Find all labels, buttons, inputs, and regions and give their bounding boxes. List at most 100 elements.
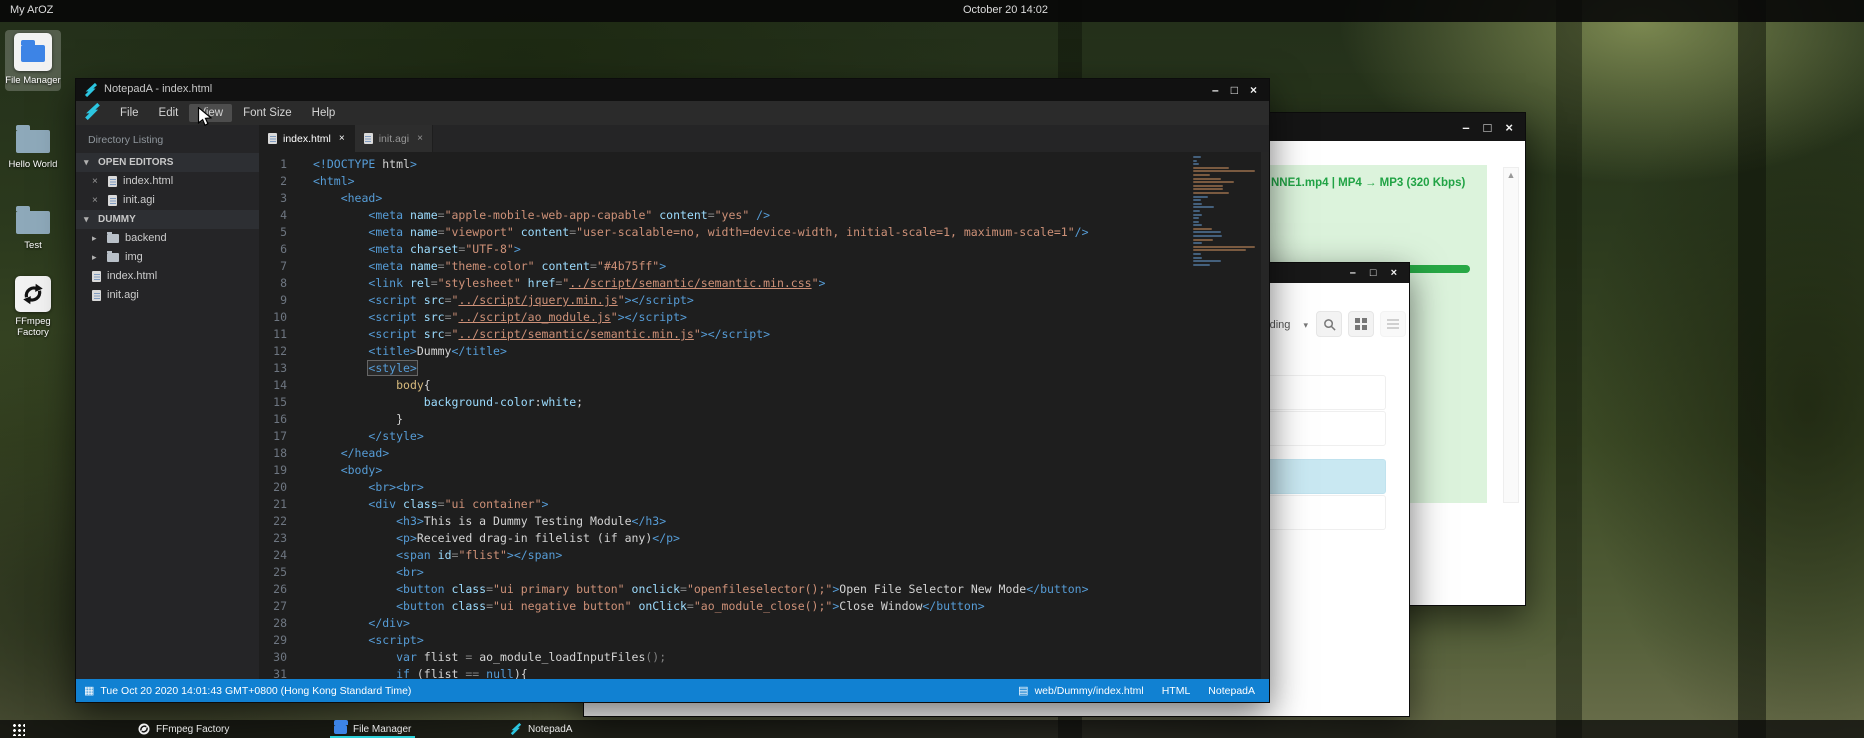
tab-close-icon[interactable]: ×: [339, 133, 345, 144]
search-button[interactable]: [1316, 311, 1342, 337]
taskbar-item-ffmpeg-factory[interactable]: FFmpeg Factory: [138, 720, 229, 738]
code-line-12[interactable]: <title>Dummy</title>: [313, 343, 1173, 360]
code-line-21[interactable]: <div class="ui container">: [313, 496, 1173, 513]
notepada-titlebar[interactable]: NotepadA - index.html – □ ×: [76, 79, 1269, 101]
code-line-8[interactable]: <link rel="stylesheet" href="../script/s…: [313, 275, 1173, 292]
code-line-14[interactable]: body{: [313, 377, 1173, 394]
code-line-26[interactable]: <button class="ui primary button" onclic…: [313, 581, 1173, 598]
code-line-5[interactable]: <meta name="viewport" content="user-scal…: [313, 224, 1173, 241]
aroz-home-button[interactable]: My ArOZ: [10, 4, 53, 16]
code-line-11[interactable]: <script src="../script/semantic/semantic…: [313, 326, 1173, 343]
code-line-27[interactable]: <button class="ui negative button" onCli…: [313, 598, 1173, 615]
menu-item-help[interactable]: Help: [303, 104, 345, 122]
taskbar-item-label: FFmpeg Factory: [156, 724, 229, 735]
code-line-25[interactable]: <br>: [313, 564, 1173, 581]
minimize-button[interactable]: –: [1350, 267, 1356, 279]
desktop-icon-hello-world[interactable]: Hello World: [5, 122, 61, 170]
minimap-line: [1193, 260, 1221, 262]
window-title: NotepadA - index.html: [104, 83, 212, 95]
code-line-4[interactable]: <meta name="apple-mobile-web-app-capable…: [313, 207, 1173, 224]
desktop-icon-label: FFmpeg Factory: [5, 316, 61, 338]
code-line-13[interactable]: <style>: [313, 360, 1173, 377]
minimap-line: [1193, 264, 1210, 266]
ffmpeg-window-titlebar[interactable]: – □ ×: [1241, 113, 1525, 141]
folder-icon: [16, 130, 50, 153]
desktop-icon-label: File Manager: [5, 75, 61, 86]
code-line-7[interactable]: <meta name="theme-color" content="#4b75f…: [313, 258, 1173, 275]
taskbar-item-notepada[interactable]: NotepadA: [510, 720, 572, 738]
tree-section-dummy[interactable]: ▾DUMMY: [76, 210, 259, 229]
code-line-9[interactable]: <script src="../script/jquery.min.js"></…: [313, 292, 1173, 309]
maximize-button[interactable]: □: [1484, 120, 1492, 135]
menu-item-file[interactable]: File: [111, 104, 148, 122]
code-line-18[interactable]: </head>: [313, 445, 1173, 462]
directory-tree: ▾OPEN EDITORS×index.html×init.agi▾DUMMY▸…: [76, 153, 259, 305]
maximize-button[interactable]: □: [1370, 267, 1377, 279]
tree-item-index.html[interactable]: index.html: [76, 267, 259, 286]
code-line-6[interactable]: <meta charset="UTF-8">: [313, 241, 1173, 258]
code-line-19[interactable]: <body>: [313, 462, 1173, 479]
minimize-button[interactable]: –: [1462, 120, 1469, 135]
menu-item-font-size[interactable]: Font Size: [234, 104, 301, 122]
taskbar-item-label: File Manager: [353, 724, 411, 735]
code-line-15[interactable]: background-color:white;: [313, 394, 1173, 411]
tree-item-img[interactable]: ▸img: [76, 248, 259, 267]
code-content[interactable]: <!DOCTYPE html><html> <head> <meta name=…: [313, 156, 1173, 679]
code-line-3[interactable]: <head>: [313, 190, 1173, 207]
tab-close-icon[interactable]: ×: [417, 133, 423, 144]
list-view-button[interactable]: [1380, 311, 1406, 337]
desktop-icon-ffmpeg-factory[interactable]: FFmpeg Factory: [5, 276, 61, 338]
code-editor[interactable]: 1234567891011121314151617181920212223242…: [259, 152, 1269, 679]
tab-index.html[interactable]: index.html×: [259, 125, 355, 152]
app-launcher-icon[interactable]: [12, 723, 25, 736]
code-line-2[interactable]: <html>: [313, 173, 1173, 190]
tab-init.agi[interactable]: init.agi×: [355, 125, 433, 152]
notepada-window[interactable]: NotepadA - index.html – □ × FileEditView…: [75, 78, 1270, 703]
scrollbar[interactable]: ▲: [1503, 167, 1519, 503]
blue-folder-icon: [21, 45, 45, 62]
code-line-16[interactable]: }: [313, 411, 1173, 428]
status-datetime: Tue Oct 20 2020 14:01:43 GMT+0800 (Hong …: [100, 685, 411, 697]
desktop-icon-file-manager[interactable]: File Manager: [5, 30, 61, 91]
code-line-1[interactable]: <!DOCTYPE html>: [313, 156, 1173, 173]
status-bar: ▦ Tue Oct 20 2020 14:01:43 GMT+0800 (Hon…: [76, 679, 1269, 702]
minimap[interactable]: [1193, 156, 1259, 267]
tree-item-init.agi[interactable]: init.agi: [76, 286, 259, 305]
code-line-20[interactable]: <br><br>: [313, 479, 1173, 496]
desktop-icon-test[interactable]: Test: [5, 203, 61, 251]
ffmpeg-factory-icon: [15, 276, 51, 312]
code-line-29[interactable]: <script>: [313, 632, 1173, 649]
list-icon: [1387, 318, 1399, 330]
status-language[interactable]: HTML: [1162, 685, 1191, 697]
code-line-10[interactable]: <script src="../script/ao_module.js"></s…: [313, 309, 1173, 326]
scroll-up-arrow-icon[interactable]: ▲: [1507, 170, 1516, 180]
code-line-17[interactable]: </style>: [313, 428, 1173, 445]
minimize-button[interactable]: –: [1212, 83, 1219, 97]
menu-item-edit[interactable]: Edit: [150, 104, 188, 122]
code-line-24[interactable]: <span id="flist"></span>: [313, 547, 1173, 564]
maximize-button[interactable]: □: [1231, 83, 1238, 97]
taskbar: FFmpeg Factory File Manager NotepadA: [0, 720, 1864, 738]
tree-item-backend[interactable]: ▸backend: [76, 229, 259, 248]
desktop-icon-label: Hello World: [5, 159, 61, 170]
file-manager-icon: [14, 33, 52, 71]
minimap-line: [1193, 235, 1222, 237]
taskbar-item-file-manager[interactable]: File Manager: [334, 720, 411, 738]
editor-scrollbar[interactable]: [1261, 152, 1269, 679]
menu-items: FileEditViewFont SizeHelp: [111, 104, 346, 122]
code-line-31[interactable]: if (flist == null){: [313, 666, 1173, 679]
tree-item-init.agi[interactable]: ×init.agi: [76, 191, 259, 210]
menu-bar: FileEditViewFont SizeHelp: [76, 101, 1269, 125]
code-line-28[interactable]: </div>: [313, 615, 1173, 632]
taskbar-item-label: NotepadA: [528, 724, 572, 735]
code-line-30[interactable]: var flist = ao_module_loadInputFiles();: [313, 649, 1173, 666]
grid-view-button[interactable]: [1348, 311, 1374, 337]
close-button[interactable]: ×: [1391, 267, 1397, 279]
code-line-23[interactable]: <p>Received drag-in filelist (if any)</p…: [313, 530, 1173, 547]
code-line-22[interactable]: <h3>This is a Dummy Testing Module</h3>: [313, 513, 1173, 530]
close-button[interactable]: ×: [1505, 120, 1513, 135]
tree-item-index.html[interactable]: ×index.html: [76, 172, 259, 191]
desktop-icon-label: Test: [5, 240, 61, 251]
close-button[interactable]: ×: [1250, 83, 1257, 97]
tree-section-open-editors[interactable]: ▾OPEN EDITORS: [76, 153, 259, 172]
